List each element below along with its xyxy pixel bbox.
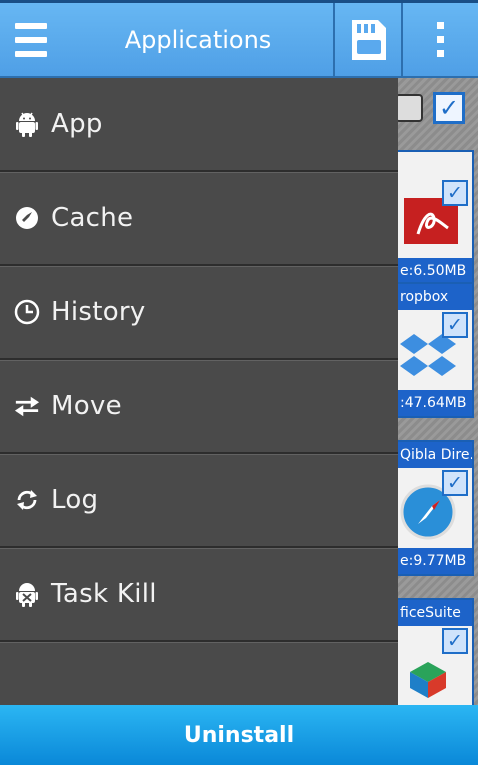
list-toolbar: ✓: [395, 86, 465, 130]
drawer-item-label: Move: [51, 391, 122, 421]
android-icon: [14, 111, 40, 137]
sort-icon[interactable]: [395, 94, 423, 122]
swap-arrows-icon: [14, 393, 40, 419]
sd-card-button[interactable]: [333, 3, 403, 76]
app-size: e:9.77MB: [392, 548, 472, 574]
app-bar: Applications: [0, 0, 478, 78]
refresh-icon: [14, 487, 40, 513]
app-name: ficeSuite: [392, 600, 472, 626]
drawer-item-label: Log: [51, 485, 99, 515]
drawer-item-label: History: [51, 297, 146, 327]
page-title: Applications: [124, 25, 272, 54]
drawer-item-label: Cache: [51, 203, 134, 233]
android-kill-icon: [14, 581, 40, 607]
app-card[interactable]: ropbox ✓ :47.64MB: [390, 282, 474, 418]
app-checkbox[interactable]: ✓: [442, 470, 468, 496]
drawer-item-label: Task Kill: [51, 579, 157, 609]
drawer-item-log[interactable]: Log: [0, 454, 398, 548]
app-checkbox[interactable]: ✓: [442, 180, 468, 206]
app-name: ropbox: [392, 284, 472, 310]
uninstall-button[interactable]: Uninstall: [0, 705, 478, 765]
drawer-item-cache[interactable]: Cache: [0, 172, 398, 266]
sd-card-icon: [352, 19, 386, 60]
app-size: :47.64MB: [392, 390, 472, 416]
navigation-drawer: App Cache History Move Log Task Kill: [0, 78, 398, 705]
drawer-item-move[interactable]: Move: [0, 360, 398, 454]
uninstall-label: Uninstall: [183, 722, 295, 748]
menu-icon[interactable]: [0, 3, 62, 76]
app-checkbox[interactable]: ✓: [442, 312, 468, 338]
app-size: e:6.50MB: [392, 258, 472, 284]
overflow-menu-icon[interactable]: [403, 3, 478, 76]
broom-icon: [14, 205, 40, 231]
drawer-item-task-kill[interactable]: Task Kill: [0, 548, 398, 642]
app-checkbox[interactable]: ✓: [442, 628, 468, 654]
app-name: Qibla Dire...: [392, 442, 472, 468]
drawer-item-app[interactable]: App: [0, 78, 398, 172]
drawer-item-label: App: [51, 109, 103, 139]
drawer-item-history[interactable]: History: [0, 266, 398, 360]
clock-icon: [14, 299, 40, 325]
select-all-checkbox[interactable]: ✓: [433, 92, 465, 124]
app-card[interactable]: Qibla Dire... ✓ e:9.77MB: [390, 440, 474, 576]
app-card[interactable]: ✓ e:6.50MB: [390, 150, 474, 286]
app-card[interactable]: ficeSuite ✓: [390, 598, 474, 705]
